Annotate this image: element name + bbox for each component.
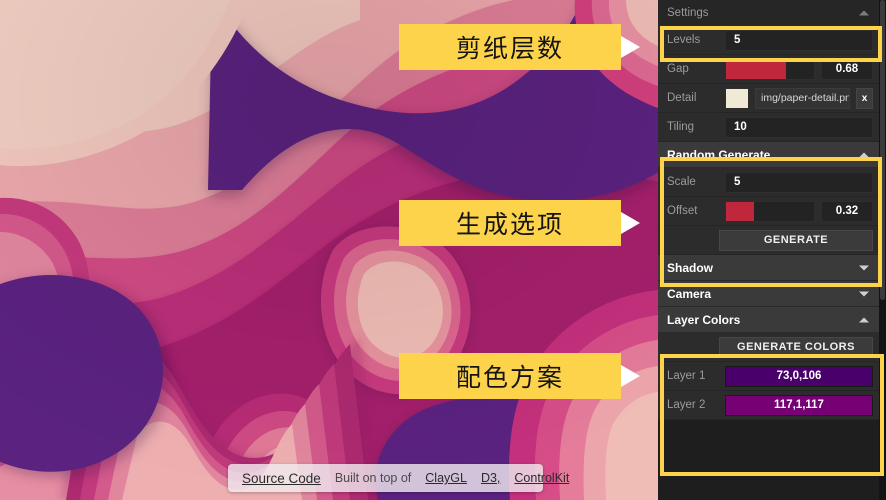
slider-gap-fill — [726, 59, 786, 79]
row-levels: Levels 5 — [658, 26, 879, 55]
app-root: Source Code Built on top of ClayGL D3, C… — [0, 0, 886, 500]
slider-offset-fill — [726, 201, 755, 221]
group-title-layer-colors: Layer Colors — [667, 312, 741, 327]
row-layer-2: Layer 2 117,1,117 — [658, 391, 879, 420]
input-levels[interactable]: 5 — [725, 29, 873, 51]
built-on-top-of-label: Built on top of — [334, 471, 412, 485]
label-gap: Gap — [667, 63, 689, 75]
color-picker-layer-1[interactable]: 73,0,106 — [725, 365, 873, 387]
group-body-layer-colors: GENERATE COLORS Layer 1 73,0,106 Layer 2… — [658, 333, 879, 420]
panel-scrollbar-track[interactable] — [879, 0, 886, 500]
label-tiling: Tiling — [667, 121, 695, 133]
row-scale: Scale 5 — [658, 168, 879, 197]
annotation-callout-generate-options: 生成选项 — [399, 200, 640, 246]
caret-up-icon[interactable] — [859, 152, 869, 157]
artwork-svg — [0, 0, 658, 500]
texture-preview-swatch[interactable] — [725, 87, 749, 109]
group-header-layer-colors[interactable]: Layer Colors — [658, 307, 879, 333]
source-code-link[interactable]: Source Code — [242, 471, 321, 486]
annotation-label: 剪纸层数 — [455, 35, 564, 63]
row-generate-colors-button: GENERATE COLORS — [658, 333, 879, 362]
generate-button[interactable]: GENERATE — [719, 229, 873, 251]
annotation-callout-color-scheme: 配色方案 — [399, 353, 640, 399]
value-offset[interactable]: 0.32 — [821, 200, 873, 222]
group-title-settings: Settings — [667, 6, 709, 19]
settings-panel[interactable]: Settings Levels 5 Gap 0.68 Detail img/pa… — [658, 0, 886, 500]
row-gap: Gap 0.68 — [658, 55, 879, 84]
color-picker-layer-2[interactable]: 117,1,117 — [725, 394, 873, 416]
group-body-random-generate: Scale 5 Offset 0.32 GENERATE — [658, 168, 879, 255]
caret-down-icon[interactable] — [859, 291, 869, 296]
caret-down-icon[interactable] — [859, 265, 869, 270]
texture-path-field[interactable]: img/paper-detail.png/. — [755, 87, 850, 109]
claygl-link[interactable]: ClayGL — [425, 471, 467, 485]
credit-bar: Source Code Built on top of ClayGL D3, C… — [228, 464, 569, 492]
d3-link[interactable]: D3, — [481, 471, 500, 485]
row-detail: Detail img/paper-detail.png/. x — [658, 84, 879, 113]
slider-offset[interactable] — [725, 200, 815, 222]
group-body-settings: Levels 5 Gap 0.68 Detail img/paper-detai… — [658, 26, 879, 142]
label-layer-1: Layer 1 — [667, 370, 706, 382]
slider-gap[interactable] — [725, 58, 815, 80]
triangle-right-icon — [621, 365, 640, 387]
annotation-label: 生成选项 — [455, 211, 564, 239]
clear-texture-button[interactable]: x — [856, 87, 873, 109]
row-tiling: Tiling 10 — [658, 113, 879, 142]
caret-up-icon[interactable] — [859, 317, 869, 322]
controlkit-link[interactable]: ControlKit — [514, 471, 569, 485]
annotation-label: 配色方案 — [455, 364, 564, 392]
label-levels: Levels — [667, 34, 701, 46]
label-scale: Scale — [667, 176, 696, 188]
row-offset: Offset 0.32 — [658, 197, 879, 226]
input-tiling[interactable]: 10 — [725, 116, 873, 138]
input-scale[interactable]: 5 — [725, 171, 873, 193]
paper-cut-artwork-canvas[interactable] — [0, 0, 658, 500]
group-header-camera[interactable]: Camera — [658, 281, 879, 307]
label-layer-2: Layer 2 — [667, 399, 706, 411]
generate-colors-button[interactable]: GENERATE COLORS — [719, 336, 873, 358]
label-offset: Offset — [667, 205, 698, 217]
group-title-camera: Camera — [667, 286, 712, 301]
group-title-random-generate: Random Generate — [667, 147, 771, 162]
group-title-shadow: Shadow — [667, 260, 714, 275]
group-header-settings[interactable]: Settings — [658, 0, 879, 26]
row-generate-button: GENERATE — [658, 226, 879, 255]
panel-scrollbar-thumb[interactable] — [880, 0, 885, 300]
triangle-right-icon — [621, 36, 640, 58]
label-detail: Detail — [667, 92, 697, 104]
group-header-shadow[interactable]: Shadow — [658, 255, 879, 281]
caret-up-icon[interactable] — [859, 10, 869, 15]
value-gap[interactable]: 0.68 — [821, 58, 873, 80]
row-layer-1: Layer 1 73,0,106 — [658, 362, 879, 391]
annotation-callout-layers: 剪纸层数 — [399, 24, 640, 70]
group-header-random-generate[interactable]: Random Generate — [658, 142, 879, 168]
triangle-right-icon — [621, 212, 640, 234]
